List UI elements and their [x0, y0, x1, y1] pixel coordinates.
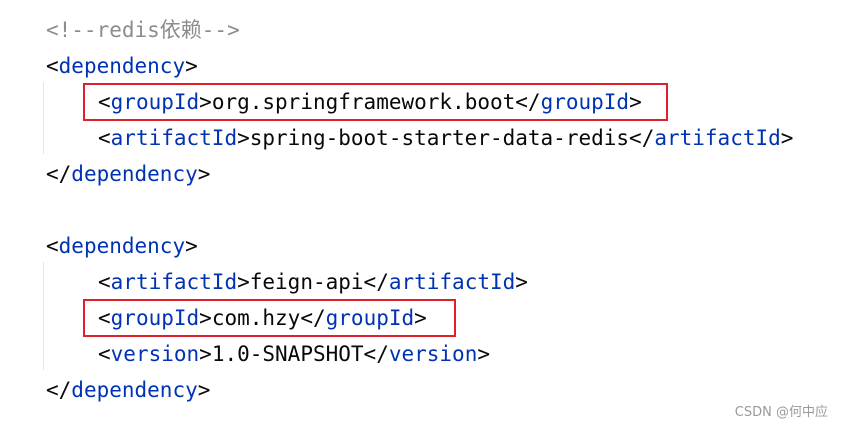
indent-guide: [43, 262, 44, 370]
tag-bracket: </: [629, 126, 655, 150]
tag-bracket: <: [98, 342, 111, 366]
comment-text: <!--redis依赖-->: [46, 18, 240, 42]
tag-bracket: >: [237, 126, 250, 150]
tag-name: artifactId: [110, 126, 238, 150]
version-value: 1.0-SNAPSHOT: [211, 342, 364, 366]
tag-bracket: </: [46, 162, 72, 186]
artifactid-value: spring-boot-starter-data-redis: [249, 126, 630, 150]
tag-bracket: </: [46, 378, 72, 402]
artifactid-value: feign-api: [249, 270, 364, 294]
xml-comment: <!--redis依赖-->: [46, 16, 240, 44]
tag-name: artifactId: [388, 270, 516, 294]
dependency-close-tag: </dependency>: [46, 376, 210, 404]
tag-bracket: >: [780, 126, 794, 150]
highlight-box-groupid-hzy: [83, 299, 456, 337]
version-line: <version>1.0-SNAPSHOT</version>: [98, 340, 490, 368]
tag-bracket: >: [199, 342, 212, 366]
tag-bracket: >: [237, 270, 250, 294]
dependency-open-tag: <dependency>: [46, 232, 198, 260]
indent-guide: [43, 82, 44, 154]
dependency-open-tag: <dependency>: [46, 52, 198, 80]
tag-name: dependency: [58, 54, 186, 78]
tag-bracket: >: [197, 162, 211, 186]
tag-name: dependency: [58, 234, 186, 258]
tag-bracket: >: [477, 342, 491, 366]
tag-bracket: </: [363, 270, 389, 294]
tag-name: artifactId: [654, 126, 781, 150]
dependency-close-tag: </dependency>: [46, 160, 210, 188]
tag-bracket: <: [98, 126, 111, 150]
tag-name: dependency: [71, 162, 198, 186]
highlight-box-groupid-spring: [83, 83, 668, 121]
tag-bracket: </: [363, 342, 389, 366]
csdn-watermark: CSDN @何中应: [734, 405, 828, 420]
tag-bracket: >: [197, 378, 211, 402]
tag-name: version: [388, 342, 478, 366]
tag-name: dependency: [71, 378, 198, 402]
artifactid-line: <artifactId>spring-boot-starter-data-red…: [98, 124, 793, 152]
code-editor[interactable]: <!--redis依赖--> <dependency> <groupId>org…: [0, 0, 842, 428]
tag-bracket: >: [515, 270, 528, 294]
tag-bracket: <: [46, 54, 59, 78]
tag-name: artifactId: [110, 270, 238, 294]
tag-bracket: >: [185, 234, 198, 258]
tag-bracket: <: [46, 234, 59, 258]
tag-bracket: <: [98, 270, 111, 294]
tag-name: version: [110, 342, 200, 366]
tag-bracket: >: [185, 54, 198, 78]
artifactid-line: <artifactId>feign-api</artifactId>: [98, 268, 528, 296]
